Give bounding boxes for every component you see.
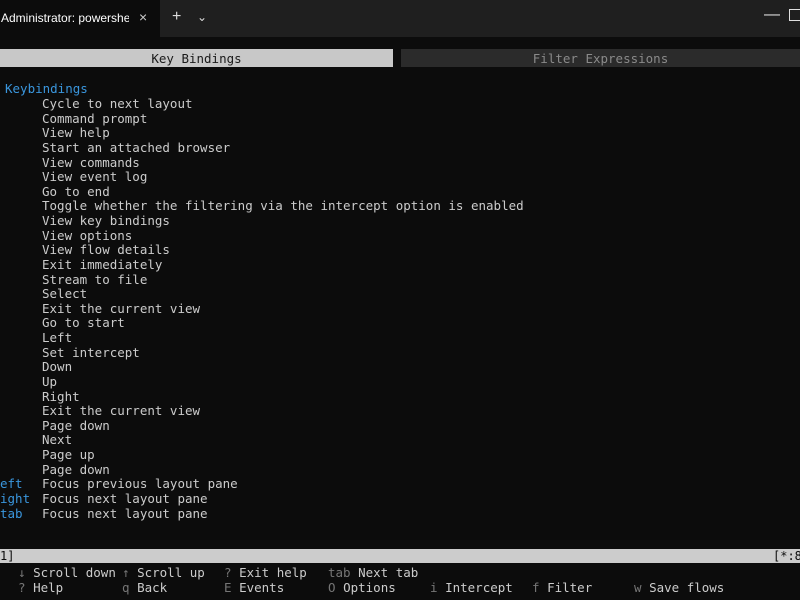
maximize-icon[interactable] bbox=[789, 9, 800, 21]
tab-filter-expressions[interactable]: Filter Expressions bbox=[401, 49, 800, 67]
binding-description: Next bbox=[42, 432, 73, 448]
hint-label: Scroll down bbox=[33, 565, 116, 580]
binding-description: Focus next layout pane bbox=[42, 491, 208, 506]
hint-item: i Intercept bbox=[430, 580, 513, 595]
hint-key: ↓ bbox=[18, 565, 26, 580]
binding-key: ight bbox=[0, 491, 40, 506]
binding-description: Cycle to next layout bbox=[42, 96, 193, 111]
binding-description: Command prompt bbox=[42, 110, 148, 126]
binding-key: eft bbox=[0, 476, 40, 491]
chevron-down-icon[interactable]: ⌄ bbox=[197, 10, 207, 24]
hint-label: Exit help bbox=[239, 565, 307, 580]
hint-item: ? Help bbox=[18, 580, 63, 595]
tab-title: Administrator: powershell.exe bbox=[1, 11, 129, 25]
binding-description: Stream to file bbox=[42, 271, 148, 287]
binding-description: Exit the current view bbox=[42, 300, 201, 316]
tab-key-bindings[interactable]: Key Bindings bbox=[0, 49, 393, 67]
minimize-icon[interactable]: — bbox=[764, 6, 780, 24]
hint-item: ↑ Scroll up bbox=[122, 565, 205, 580]
hint-key: ? bbox=[224, 565, 232, 580]
binding-description: Down bbox=[42, 359, 73, 375]
binding-description: Right bbox=[42, 388, 80, 404]
binding-key-text: ight bbox=[0, 491, 31, 506]
binding-description: Start an attached browser bbox=[42, 139, 231, 155]
hint-item: q Back bbox=[122, 580, 167, 595]
binding-description: Up bbox=[42, 373, 58, 389]
hint-key: E bbox=[224, 580, 232, 595]
hint-item: E Events bbox=[224, 580, 284, 595]
window-titlebar: Administrator: powershell.exe × + ⌄ — bbox=[0, 0, 800, 37]
binding-description: View commands bbox=[42, 154, 140, 170]
binding-description: Go to end bbox=[42, 183, 110, 199]
binding-description: View flow details bbox=[42, 242, 170, 258]
new-tab-icon[interactable]: + bbox=[172, 8, 181, 26]
binding-description: Left bbox=[42, 330, 73, 346]
binding-description: View key bindings bbox=[42, 213, 170, 229]
close-icon[interactable]: × bbox=[139, 9, 147, 25]
status-bar: 1] [*:8 bbox=[0, 549, 800, 563]
hint-label: Options bbox=[343, 580, 396, 595]
hint-key: ↑ bbox=[122, 565, 130, 580]
binding-description: Focus next layout pane bbox=[42, 505, 208, 521]
binding-description: Focus previous layout pane bbox=[42, 476, 238, 492]
binding-description: Select bbox=[42, 286, 88, 302]
hint-key: tab bbox=[328, 565, 351, 580]
status-left: 1] bbox=[0, 549, 15, 563]
binding-description: View options bbox=[42, 227, 133, 243]
terminal-tab[interactable]: Administrator: powershell.exe × bbox=[0, 0, 160, 37]
section-heading: Keybindings bbox=[5, 81, 88, 96]
help-tabs: Key Bindings Filter Expressions bbox=[0, 49, 800, 67]
hint-item: ↓ Scroll down bbox=[18, 565, 116, 580]
hint-label: Filter bbox=[547, 580, 593, 595]
status-right: [*:8 bbox=[773, 549, 800, 563]
hint-label: Next tab bbox=[358, 565, 419, 580]
binding-description: Exit immediately bbox=[42, 256, 163, 272]
binding-description: Go to start bbox=[42, 315, 125, 331]
hint-key: i bbox=[430, 580, 438, 595]
tab-separator bbox=[393, 49, 401, 67]
hint-label: Scroll up bbox=[137, 565, 205, 580]
hint-item: ? Exit help bbox=[224, 565, 307, 580]
binding-description: Page up bbox=[42, 447, 95, 463]
binding-key-text: tab bbox=[0, 505, 23, 521]
hint-label: Save flows bbox=[649, 580, 725, 595]
hint-key: O bbox=[328, 580, 336, 595]
binding-description: Page down bbox=[42, 461, 110, 477]
hint-label: Intercept bbox=[445, 580, 513, 595]
hint-item: O Options bbox=[328, 580, 396, 595]
hint-label: Events bbox=[239, 580, 285, 595]
hint-item: f Filter bbox=[532, 580, 592, 595]
binding-description: Toggle whether the filtering via the int… bbox=[42, 198, 524, 214]
binding-description: View help bbox=[42, 125, 110, 141]
binding-key: tab bbox=[0, 506, 40, 521]
hint-label: Back bbox=[137, 580, 168, 595]
hint-item: tab Next tab bbox=[328, 565, 418, 580]
binding-description: View event log bbox=[42, 169, 148, 185]
binding-key-text: eft bbox=[0, 476, 23, 492]
binding-description: Page down bbox=[42, 417, 110, 433]
hint-key: f bbox=[532, 580, 540, 595]
hint-label: Help bbox=[33, 580, 64, 595]
hint-key: w bbox=[634, 580, 642, 595]
hint-key: ? bbox=[18, 580, 26, 595]
hint-key: q bbox=[122, 580, 130, 595]
binding-description: Set intercept bbox=[42, 344, 140, 360]
binding-description: Exit the current view bbox=[42, 403, 201, 419]
hint-item: w Save flows bbox=[634, 580, 724, 595]
